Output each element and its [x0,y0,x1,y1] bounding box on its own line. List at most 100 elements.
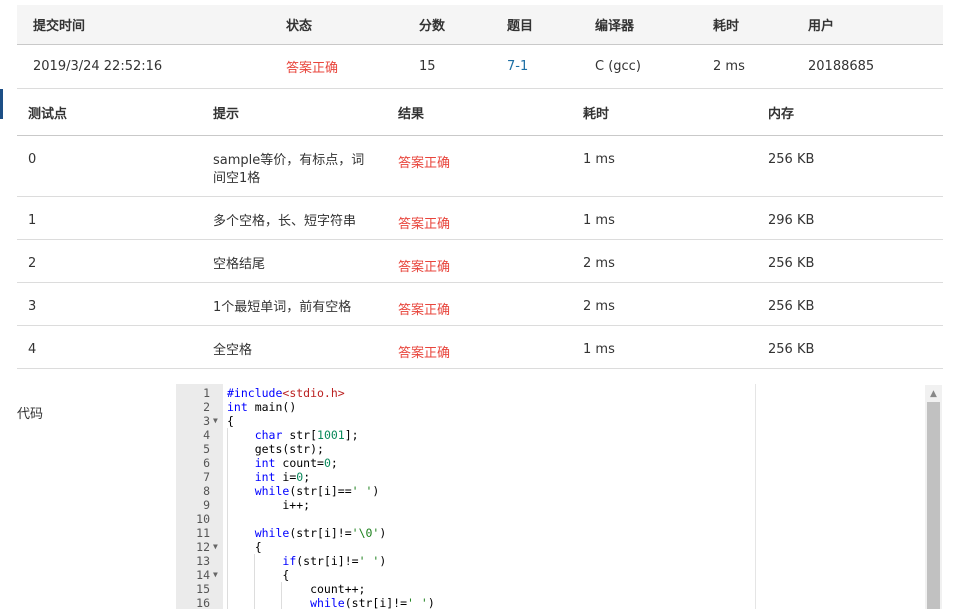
testcase-memory: 256 KB [768,256,815,271]
line-number: 4 [203,428,210,442]
submission-header-row: 提交时间 状态 分数 题目 编译器 耗时 用户 [17,5,943,45]
code-line: 14 ▼ { [176,568,755,582]
testcase-result: 答案正确 [398,303,451,318]
indent-guide [227,428,228,609]
code-text: while(str[i]==' ') [254,484,380,498]
line-number: 9 [203,498,210,512]
code-line: 15 count++; [176,582,755,596]
line-number: 13 [196,554,210,568]
testcase-result: 答案正确 [398,217,451,232]
testcase-memory: 296 KB [768,213,815,228]
submission-row: 2019/3/24 22:52:16 答案正确 15 7-1 C (gcc) 2… [17,45,943,89]
testcase-result: 答案正确 [398,346,451,361]
indent-guide [281,582,282,609]
submit-time: 2019/3/24 22:52:16 [33,59,163,74]
testcase-id: 3 [28,299,37,314]
testcase-hint: 全空格 [213,343,253,358]
testcase-header-row: 测试点 提示 结果 耗时 内存 [17,90,943,136]
line-number: 6 [203,456,210,470]
testcase-id: 4 [28,342,37,357]
line-number: 10 [196,512,210,526]
code-label: 代码 [17,407,44,422]
testcase-row: 4 全空格 答案正确 1 ms 256 KB [17,326,943,369]
testcase-time: 1 ms [583,152,615,167]
fold-arrow-icon[interactable]: ▼ [213,414,221,428]
code-line: 2 int main() [176,400,755,414]
compiler: C (gcc) [595,59,641,74]
code-line: 6 int count=0; [176,456,755,470]
line-number: 16 [196,596,210,609]
code-line: 10 [176,512,755,526]
elapsed-time: 2 ms [713,59,745,74]
header-problem: 题目 [507,19,534,34]
header-compiler: 编译器 [595,19,635,34]
header-result: 结果 [398,107,425,122]
header-user: 用户 [808,19,835,34]
line-number: 3 [203,414,210,428]
code-scrollbar[interactable]: ▲ [925,385,942,609]
fold-arrow-icon[interactable]: ▼ [213,540,221,554]
testcase-result: 答案正确 [398,156,451,171]
code-line: 8 while(str[i]==' ') [176,484,755,498]
code-text: char str[1001]; [254,428,359,442]
testcase-id: 1 [28,213,37,228]
code-text: int count=0; [254,456,338,470]
testcase-hint: 空格结尾 [213,257,266,272]
code-line: 11 while(str[i]!='\0') [176,526,755,540]
line-number: 7 [203,470,210,484]
line-number: 5 [203,442,210,456]
header-status: 状态 [286,19,313,34]
testcase-hint: 多个空格，长、短字符串 [213,214,357,229]
line-number: 14 [196,568,210,582]
testcase-hint: 1个最短单词，前有空格 [213,300,352,315]
line-number: 12 [196,540,210,554]
testcase-time: 2 ms [583,256,615,271]
header-hint: 提示 [213,107,240,122]
code-line: 1 #include<stdio.h> [176,386,755,400]
testcase-memory: 256 KB [768,299,815,314]
scroll-up-arrow-icon[interactable]: ▲ [925,385,942,402]
line-number: 1 [203,386,210,400]
testcase-hint: sample等价，有标点，词间空1格 [213,153,365,186]
code-line: 13 if(str[i]!=' ') [176,554,755,568]
code-text: while(str[i]!='\0') [254,526,387,540]
header-testcase: 测试点 [28,107,68,122]
header-elapsed: 耗时 [713,19,740,34]
header-memory: 内存 [768,107,795,122]
line-number: 15 [196,582,210,596]
left-accent-bar [0,89,3,119]
code-text: if(str[i]!=' ') [282,554,387,568]
user-id: 20188685 [808,59,875,74]
code-text: int i=0; [254,470,311,484]
code-line: 12 ▼ { [176,540,755,554]
testcase-time: 1 ms [583,342,615,357]
testcase-row: 1 多个空格，长、短字符串 答案正确 1 ms 296 KB [17,197,943,240]
code-text: { [227,414,234,428]
testcase-time: 2 ms [583,299,615,314]
line-number: 8 [203,484,210,498]
code-text: gets(str); [227,442,324,456]
header-submit-time: 提交时间 [33,19,86,34]
line-number: 11 [196,526,210,540]
status-badge: 答案正确 [286,61,339,76]
scroll-thumb[interactable] [927,402,940,609]
code-editor[interactable]: 1 #include<stdio.h> 2 int main() 3 ▼{4 char s… [176,384,756,609]
testcase-row: 2 空格结尾 答案正确 2 ms 256 KB [17,240,943,283]
testcase-id: 0 [28,152,37,167]
header-score: 分数 [419,19,446,34]
testcase-table: 测试点 提示 结果 耗时 内存 0 sample等价，有标点，词间空1格 答案正确 1… [17,90,943,369]
submission-table: 提交时间 状态 分数 题目 编译器 耗时 用户 2019/3/24 22:52:… [17,5,943,89]
line-number: 2 [203,400,210,414]
code-line: 16 while(str[i]!=' ') [176,596,755,609]
testcase-result: 答案正确 [398,260,451,275]
code-text: i++; [227,498,311,512]
problem-link[interactable]: 7-1 [507,45,528,88]
code-line: 9 i++; [176,498,755,512]
score: 15 [419,59,436,74]
code-text: { [227,540,262,554]
code-text: int main() [227,400,297,414]
code-text: count++; [227,582,366,596]
code-line: 5 gets(str); [176,442,755,456]
testcase-id: 2 [28,256,37,271]
fold-arrow-icon[interactable]: ▼ [213,568,221,582]
